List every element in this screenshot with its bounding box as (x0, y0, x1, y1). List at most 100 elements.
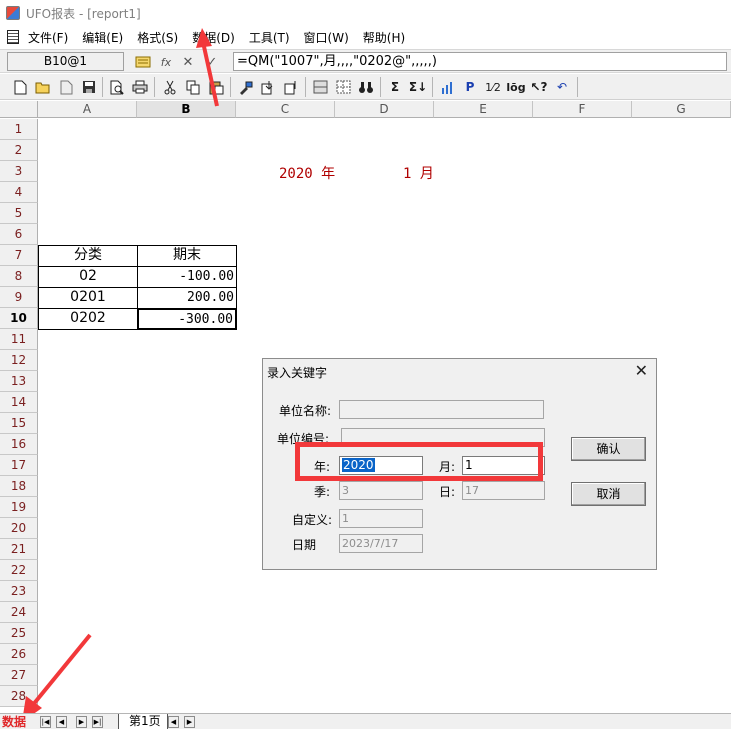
row-header[interactable]: 1 (0, 119, 38, 140)
confirm-edit-icon[interactable]: ✓ (203, 53, 221, 71)
cancel-edit-icon[interactable]: ✕ (179, 53, 197, 71)
delete-icon[interactable] (282, 78, 300, 96)
day-field[interactable]: 17 (462, 481, 545, 500)
format-painter-icon[interactable] (236, 78, 254, 96)
cut-icon[interactable] (161, 78, 179, 96)
row-header[interactable]: 14 (0, 392, 38, 413)
next-sheet-icon[interactable]: ▶ (76, 716, 87, 728)
template-icon[interactable] (57, 78, 75, 96)
table-cell-category[interactable]: 02 (38, 266, 138, 288)
row-header[interactable]: 8 (0, 266, 38, 287)
row-header[interactable]: 3 (0, 161, 38, 182)
row-header[interactable]: 20 (0, 518, 38, 539)
document-icon[interactable] (7, 30, 19, 44)
formula-input[interactable]: =QM("1007",月,,,,"0202@",,,,,) (233, 52, 727, 71)
p-icon[interactable]: P (461, 78, 479, 96)
menu-format[interactable]: 格式(S) (137, 29, 178, 46)
unit-name-field[interactable] (339, 400, 544, 419)
transpose-icon[interactable]: 1⁄2 (484, 78, 502, 96)
sum-down-icon[interactable]: Σ↓ (409, 78, 427, 96)
find-binoculars-icon[interactable] (357, 78, 375, 96)
row-header[interactable]: 9 (0, 287, 38, 308)
open-folder-icon[interactable] (34, 78, 52, 96)
column-header-b[interactable]: B (137, 101, 236, 118)
row-header[interactable]: 7 (0, 245, 38, 266)
table-cell-category[interactable]: 0201 (38, 287, 138, 309)
undo-icon[interactable]: ↶ (553, 78, 571, 96)
menu-window[interactable]: 窗口(W) (304, 29, 349, 46)
row-header[interactable]: 6 (0, 224, 38, 245)
print-preview-icon[interactable] (108, 78, 126, 96)
sheet-tab-page-1[interactable]: 第1页 (118, 714, 168, 729)
quarter-field[interactable]: 3 (339, 481, 423, 500)
help-pointer-icon[interactable]: ↖? (530, 78, 548, 96)
row-header[interactable]: 18 (0, 476, 38, 497)
row-header[interactable]: 27 (0, 665, 38, 686)
fx-icon[interactable]: fx (157, 53, 175, 71)
row-header[interactable]: 17 (0, 455, 38, 476)
table-header-ending[interactable]: 期末 (137, 245, 237, 267)
custom-field[interactable]: 1 (339, 509, 423, 528)
highlight-annotation-box (295, 442, 543, 481)
row-header[interactable]: 11 (0, 329, 38, 350)
custom-label: 自定义: (292, 513, 333, 527)
row-header[interactable]: 13 (0, 371, 38, 392)
chart-wizard-icon[interactable] (438, 78, 456, 96)
column-header-c[interactable]: C (236, 101, 335, 118)
menu-help[interactable]: 帮助(H) (363, 29, 405, 46)
print-icon[interactable] (131, 78, 149, 96)
log-icon[interactable]: lōg (506, 78, 525, 96)
prev-sheet-icon[interactable]: ◀ (56, 716, 67, 728)
save-icon[interactable] (80, 78, 98, 96)
close-icon[interactable]: ✕ (635, 361, 648, 380)
row-header[interactable]: 19 (0, 497, 38, 518)
cancel-button[interactable]: 取消 (571, 482, 646, 506)
row-header[interactable]: 21 (0, 539, 38, 560)
table-cell-value-selected[interactable]: -300.00 (137, 308, 237, 330)
row-header[interactable]: 2 (0, 140, 38, 161)
paste-icon[interactable] (207, 78, 225, 96)
row-header[interactable]: 10 (0, 308, 38, 329)
row-header[interactable]: 5 (0, 203, 38, 224)
column-header-d[interactable]: D (335, 101, 434, 118)
sum-icon[interactable]: Σ (386, 78, 404, 96)
row-header[interactable]: 28 (0, 686, 38, 707)
row-header[interactable]: 16 (0, 434, 38, 455)
menu-tools[interactable]: 工具(T) (249, 29, 290, 46)
copy-icon[interactable] (184, 78, 202, 96)
row-header[interactable]: 15 (0, 413, 38, 434)
new-file-icon[interactable] (11, 78, 29, 96)
menu-edit[interactable]: 编辑(E) (82, 29, 123, 46)
table-cell-value[interactable]: 200.00 (137, 287, 237, 309)
scroll-left-icon[interactable]: ◀ (168, 716, 179, 728)
function-wizard-icon[interactable] (134, 53, 152, 71)
row-header[interactable]: 24 (0, 602, 38, 623)
merge-cells-icon[interactable] (311, 78, 329, 96)
row-header[interactable]: 4 (0, 182, 38, 203)
cell-reference-box[interactable]: B10@1 (7, 52, 124, 71)
confirm-button[interactable]: 确认 (571, 437, 646, 461)
row-header[interactable]: 25 (0, 623, 38, 644)
table-cell-value[interactable]: -100.00 (137, 266, 237, 288)
menu-data[interactable]: 数据(D) (192, 29, 235, 46)
scroll-right-icon[interactable]: ▶ (184, 716, 195, 728)
column-header-e[interactable]: E (434, 101, 533, 118)
first-sheet-icon[interactable]: |◀ (40, 716, 51, 728)
column-header-f[interactable]: F (533, 101, 632, 118)
grid-corner[interactable] (0, 101, 38, 118)
column-header-g[interactable]: G (632, 101, 731, 118)
grid-lines-icon[interactable] (334, 78, 352, 96)
insert-icon[interactable] (259, 78, 277, 96)
row-header[interactable]: 22 (0, 560, 38, 581)
quarter-label: 季: (314, 485, 331, 499)
row-header[interactable]: 23 (0, 581, 38, 602)
dialog-title: 录入关键字 (267, 366, 328, 380)
row-header[interactable]: 26 (0, 644, 38, 665)
row-header[interactable]: 12 (0, 350, 38, 371)
menu-file[interactable]: 文件(F) (28, 29, 68, 46)
date-field[interactable]: 2023/7/17 (339, 534, 423, 553)
column-header-a[interactable]: A (38, 101, 137, 118)
table-cell-category[interactable]: 0202 (38, 308, 138, 330)
last-sheet-icon[interactable]: ▶| (92, 716, 103, 728)
table-header-category[interactable]: 分类 (38, 245, 138, 267)
